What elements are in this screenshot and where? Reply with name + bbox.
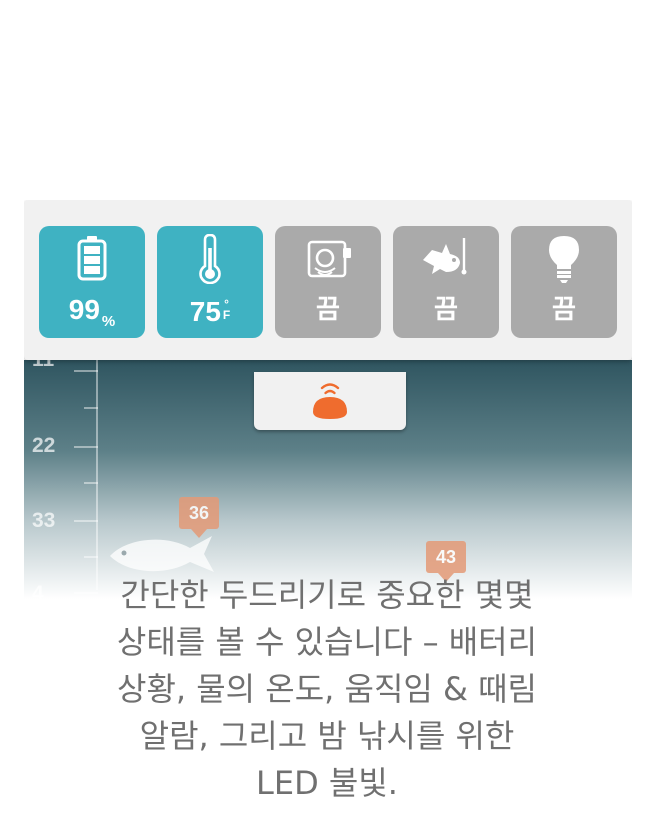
alarm-bell-icon [307,240,351,278]
feature-caption: 간단한 두드리기로 중요한 몇몇 상태를 볼 수 있습니다 – 배터리 상황, … [20,572,634,807]
sonar-device-tab[interactable] [254,372,406,430]
battery-icon [77,236,107,281]
motion-alarm-tile[interactable]: 끔 [275,226,381,338]
night-light-status: 끔 [552,295,576,325]
night-light-tile[interactable]: 끔 [511,226,617,338]
water-temperature-value: 75 [189,296,221,327]
caption-line: 간단한 두드리기로 중요한 몇몇 [120,576,534,614]
thermometer-icon [199,234,221,284]
fish-alarm-icon [423,238,467,275]
temperature-unit: F [222,308,231,322]
depth-tick [74,446,98,448]
app-screen: 11 22 33 4 36 43 [24,200,632,620]
fish-icon[interactable] [106,532,218,576]
status-bar: 99 % 75 ° F 끔 끔 끔 [24,200,632,360]
depth-tick [84,407,98,409]
fish-depth-tag[interactable]: 36 [179,497,219,538]
motion-alarm-status: 끔 [316,295,340,325]
deeper-sonar-icon [313,383,347,419]
depth-tick [74,370,98,372]
water-temperature-tile[interactable]: 75 ° F [157,226,263,338]
depth-tick [84,556,98,558]
depth-tick [84,482,98,484]
depth-label: 33 [32,509,56,532]
caption-line: LED 불빛. [256,764,398,802]
light-bulb-icon [549,236,579,283]
caption-line: 상태를 볼 수 있습니다 – 배터리 [116,623,538,661]
caption-line: 알람, 그리고 밤 낚시를 위한 [139,717,515,755]
depth-label: 22 [32,434,56,457]
caption-line: 상황, 물의 온도, 움직임 & 때림 [117,670,537,708]
depth-tick [74,520,98,522]
fish-alarm-status: 끔 [434,295,458,325]
fish-depth-tag[interactable]: 43 [426,541,466,582]
battery-unit: % [101,313,116,330]
battery-tile[interactable]: 99 % [39,226,145,338]
fish-alarm-tile[interactable]: 끔 [393,226,499,338]
battery-value: 99 [68,294,100,325]
